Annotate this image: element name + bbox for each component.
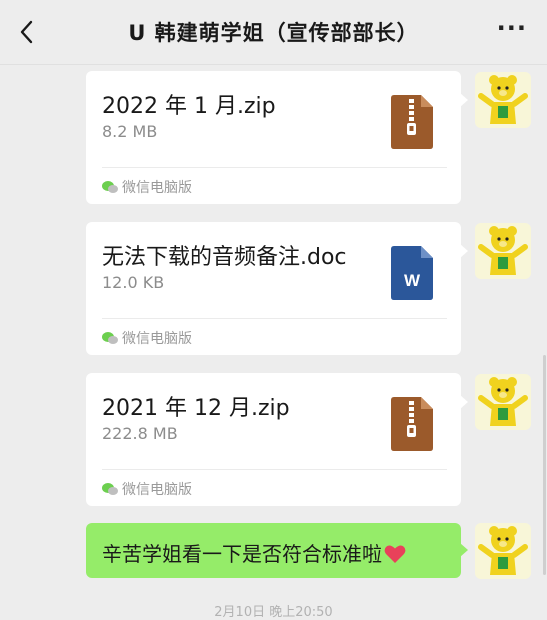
avatar[interactable] — [475, 223, 531, 279]
bear-avatar-icon — [478, 75, 528, 124]
wechat-icon — [102, 332, 118, 344]
file-message-card[interactable]: 2021 年 12 月.zip 222.8 MB 微信电脑版 — [86, 373, 468, 506]
word-letter: W — [404, 271, 421, 290]
source-label: 微信电脑版 — [102, 328, 192, 348]
source-text: 微信电脑版 — [122, 482, 192, 498]
word-doc-icon: W — [391, 246, 433, 300]
source-text: 微信电脑版 — [122, 180, 192, 196]
file-name: 2021 年 12 月.zip — [102, 396, 290, 421]
bear-avatar-icon — [478, 226, 528, 275]
zip-icon — [391, 397, 433, 451]
file-size: 8.2 MB — [102, 122, 158, 141]
chat-title: U 韩建萌学姐（宣传部部长） — [128, 21, 419, 45]
chat-header: U 韩建萌学姐（宣传部部长） ··· — [0, 0, 547, 65]
file-message-card[interactable]: 无法下载的音频备注.doc 12.0 KB W 微信电脑版 — [86, 222, 468, 355]
wechat-icon — [102, 181, 118, 193]
divider — [102, 469, 447, 470]
file-size: 12.0 KB — [102, 273, 165, 292]
source-text: 微信电脑版 — [122, 331, 192, 347]
source-label: 微信电脑版 — [102, 177, 192, 197]
file-name: 无法下载的音频备注.doc — [102, 245, 347, 270]
avatar[interactable] — [475, 72, 531, 128]
message-text-line: 辛苦学姐看一下是否符合标准啦 — [102, 538, 406, 567]
file-name: 2022 年 1 月.zip — [102, 94, 276, 119]
wechat-icon — [102, 483, 118, 495]
divider — [102, 318, 447, 319]
scrollbar[interactable] — [543, 355, 546, 575]
heart-icon — [384, 545, 406, 563]
bear-avatar-icon — [478, 526, 528, 575]
message-text: 辛苦学姐看一下是否符合标准啦 — [102, 542, 382, 566]
source-label: 微信电脑版 — [102, 479, 192, 499]
file-size: 222.8 MB — [102, 424, 178, 443]
file-message-card[interactable]: 2022 年 1 月.zip 8.2 MB 微信电脑版 — [86, 71, 468, 204]
bear-avatar-icon — [478, 377, 528, 426]
zip-icon — [391, 95, 433, 149]
text-message-bubble[interactable]: 辛苦学姐看一下是否符合标准啦 — [86, 523, 468, 578]
more-options-icon[interactable]: ··· — [497, 14, 527, 42]
divider — [102, 167, 447, 168]
avatar[interactable] — [475, 374, 531, 430]
avatar[interactable] — [475, 523, 531, 579]
